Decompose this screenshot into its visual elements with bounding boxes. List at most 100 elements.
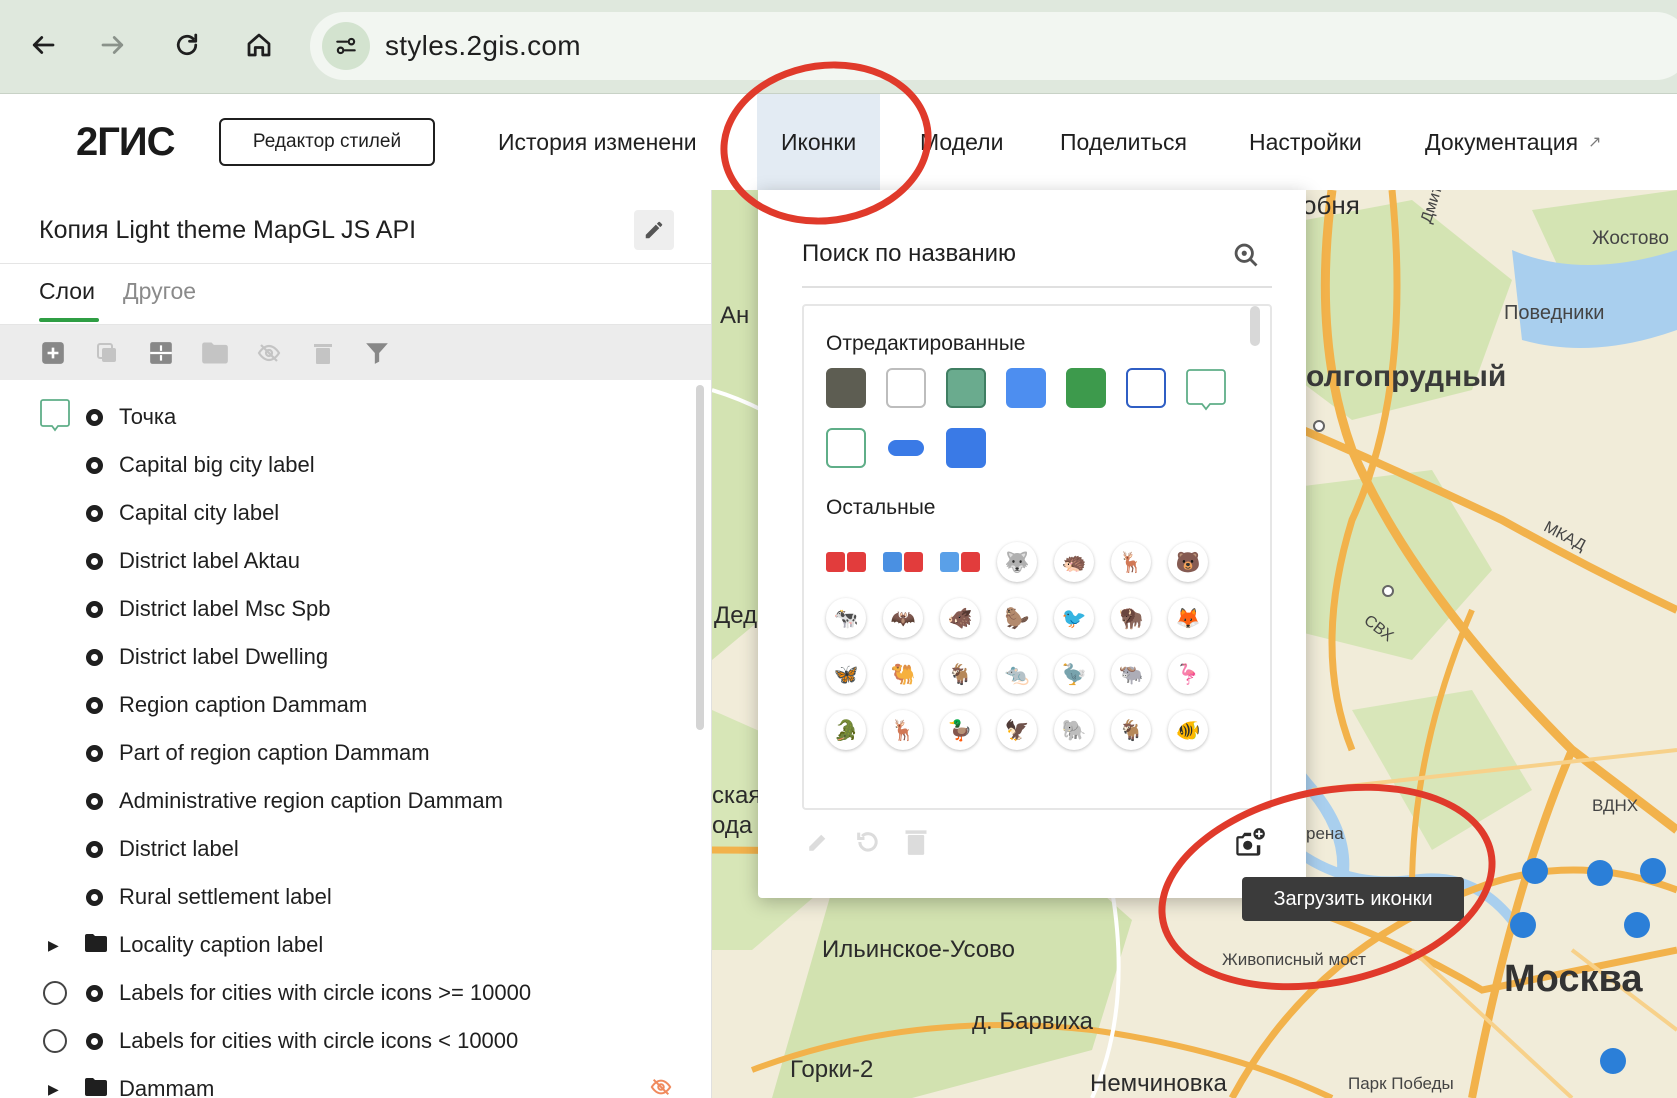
metro-marker-icon[interactable] — [1600, 1048, 1626, 1074]
crane-icon[interactable]: 🦩 — [1168, 654, 1208, 694]
metro-badge-icon[interactable] — [940, 552, 980, 572]
layers-scrollbar[interactable] — [696, 385, 704, 730]
symbol-layer-icon — [86, 648, 103, 666]
tab-active-indicator — [39, 318, 99, 322]
wolf-icon[interactable]: 🐺 — [997, 542, 1037, 582]
metro-marker-icon[interactable] — [1640, 858, 1666, 884]
beaver-icon[interactable]: 🦫 — [997, 598, 1037, 638]
edited-icon-swatch[interactable] — [886, 368, 926, 408]
menu-share[interactable]: Поделиться — [1056, 94, 1191, 190]
layer-row[interactable]: District label Dwelling — [0, 633, 700, 681]
metro-marker-icon[interactable] — [1522, 858, 1548, 884]
hide-icon[interactable] — [254, 338, 284, 368]
layer-row[interactable]: ▶ Locality caption label — [0, 921, 700, 969]
duplicate-icon[interactable] — [92, 338, 122, 368]
cow-icon[interactable]: 🐄 — [826, 598, 866, 638]
divider — [0, 263, 711, 264]
layer-row[interactable]: Labels for cities with circle icons >= 1… — [0, 969, 700, 1017]
home-icon[interactable] — [236, 22, 282, 68]
reload-icon[interactable] — [164, 22, 210, 68]
antelope-icon[interactable]: 🐐 — [1111, 710, 1151, 750]
layer-row[interactable]: Part of region caption Dammam — [0, 729, 700, 777]
search-icon[interactable] — [1232, 241, 1260, 274]
icons-scrollbar[interactable] — [1250, 306, 1260, 346]
bat-icon[interactable]: 🦇 — [883, 598, 923, 638]
layer-row[interactable]: Capital big city label — [0, 441, 700, 489]
logo[interactable]: 2ГИС — [76, 120, 176, 165]
expand-arrow-icon[interactable]: ▶ — [48, 1081, 59, 1098]
back-icon[interactable] — [20, 22, 66, 68]
split-icon[interactable] — [146, 338, 176, 368]
elephant-icon[interactable]: 🐘 — [1054, 710, 1094, 750]
folder-icon[interactable] — [200, 338, 230, 368]
metro-badge-icon[interactable] — [826, 552, 866, 572]
metro-marker-icon[interactable] — [1624, 912, 1650, 938]
external-link-icon: ↗ — [1588, 134, 1602, 151]
clownfish-icon[interactable]: 🐠 — [1168, 710, 1208, 750]
layer-row[interactable]: District label — [0, 825, 700, 873]
layer-row[interactable]: Labels for cities with circle icons < 10… — [0, 1017, 700, 1065]
bear-icon[interactable]: 🐻 — [1168, 542, 1208, 582]
expand-arrow-icon[interactable]: ▶ — [48, 937, 59, 954]
duck-icon[interactable]: 🦆 — [940, 710, 980, 750]
bison-icon[interactable]: 🦬 — [1111, 598, 1151, 638]
add-layer-icon[interactable] — [38, 338, 68, 368]
ostrich-icon[interactable]: 🦤 — [1054, 654, 1094, 694]
metro-marker-icon[interactable] — [1587, 860, 1613, 886]
mole-icon[interactable]: 🐀 — [997, 654, 1037, 694]
deer-icon[interactable]: 🦌 — [1111, 542, 1151, 582]
buffalo-icon[interactable]: 🐃 — [1111, 654, 1151, 694]
edited-icon-swatch[interactable] — [1186, 368, 1226, 417]
stag-icon[interactable]: 🦌 — [883, 710, 923, 750]
edited-icon-swatch[interactable] — [826, 368, 866, 408]
hidden-eye-icon[interactable] — [648, 1076, 674, 1098]
menu-docs[interactable]: Документация ↗ — [1421, 94, 1605, 190]
bird-icon[interactable]: 🐦 — [1054, 598, 1094, 638]
layer-row[interactable]: Region caption Dammam — [0, 681, 700, 729]
crocodile-icon[interactable]: 🐊 — [826, 710, 866, 750]
delete-icon[interactable] — [308, 338, 338, 368]
style-editor-button[interactable]: Редактор стилей — [219, 118, 435, 166]
metro-marker-icon[interactable] — [1510, 912, 1536, 938]
metro-badge-icon[interactable] — [883, 552, 923, 572]
edited-icon-swatch[interactable] — [1006, 368, 1046, 408]
butterfly-icon[interactable]: 🦋 — [826, 654, 866, 694]
site-settings-icon[interactable] — [322, 22, 370, 70]
edited-icon-swatch[interactable] — [826, 428, 866, 468]
symbol-layer-icon — [86, 744, 103, 762]
layer-row[interactable]: Administrative region caption Dammam — [0, 777, 700, 825]
eagle-icon[interactable]: 🦅 — [997, 710, 1037, 750]
layer-row[interactable]: Capital city label — [0, 489, 700, 537]
camel-icon[interactable]: 🐫 — [883, 654, 923, 694]
fox-icon[interactable]: 🦊 — [1168, 598, 1208, 638]
icon-search-input[interactable]: Поиск по названию — [802, 240, 1016, 268]
url-text[interactable]: styles.2gis.com — [385, 30, 581, 62]
tab-layers[interactable]: Слои — [39, 278, 95, 305]
layer-row[interactable]: District label Msc Spb — [0, 585, 700, 633]
pencil-icon[interactable] — [634, 210, 674, 250]
address-bar[interactable]: styles.2gis.com — [310, 12, 1677, 80]
edited-icon-swatch[interactable] — [888, 440, 924, 456]
filter-icon[interactable] — [362, 338, 392, 368]
edited-icon-swatch[interactable] — [946, 368, 986, 408]
trash-icon[interactable] — [904, 828, 928, 861]
edit-icon[interactable] — [806, 828, 832, 859]
layer-row[interactable]: Точка — [0, 393, 700, 441]
edited-icon-swatch[interactable] — [1066, 368, 1106, 408]
circle-marker-icon — [43, 981, 67, 1005]
undo-icon[interactable] — [854, 828, 882, 861]
ibex-icon[interactable]: 🐐 — [940, 654, 980, 694]
forward-icon[interactable] — [90, 22, 136, 68]
edited-icon-swatch[interactable] — [1126, 368, 1166, 408]
menu-history[interactable]: История изменени — [494, 94, 701, 190]
edited-icon-swatch[interactable] — [946, 428, 986, 468]
boar-icon[interactable]: 🐗 — [940, 598, 980, 638]
icons-list: Отредактированные Остальные 🐺 🦔 🦌 🐻 🐄 🦇 🐗 🦫 🐦 🦬 🦊 🦋… — [802, 304, 1272, 810]
symbol-layer-icon — [86, 696, 103, 714]
layer-row[interactable]: District label Aktau — [0, 537, 700, 585]
pangolin-icon[interactable]: 🦔 — [1054, 542, 1094, 582]
layer-row[interactable]: Rural settlement label — [0, 873, 700, 921]
layer-row[interactable]: ▶ Dammam — [0, 1065, 700, 1098]
menu-settings[interactable]: Настройки — [1245, 94, 1366, 190]
tab-other[interactable]: Другое — [123, 278, 196, 305]
